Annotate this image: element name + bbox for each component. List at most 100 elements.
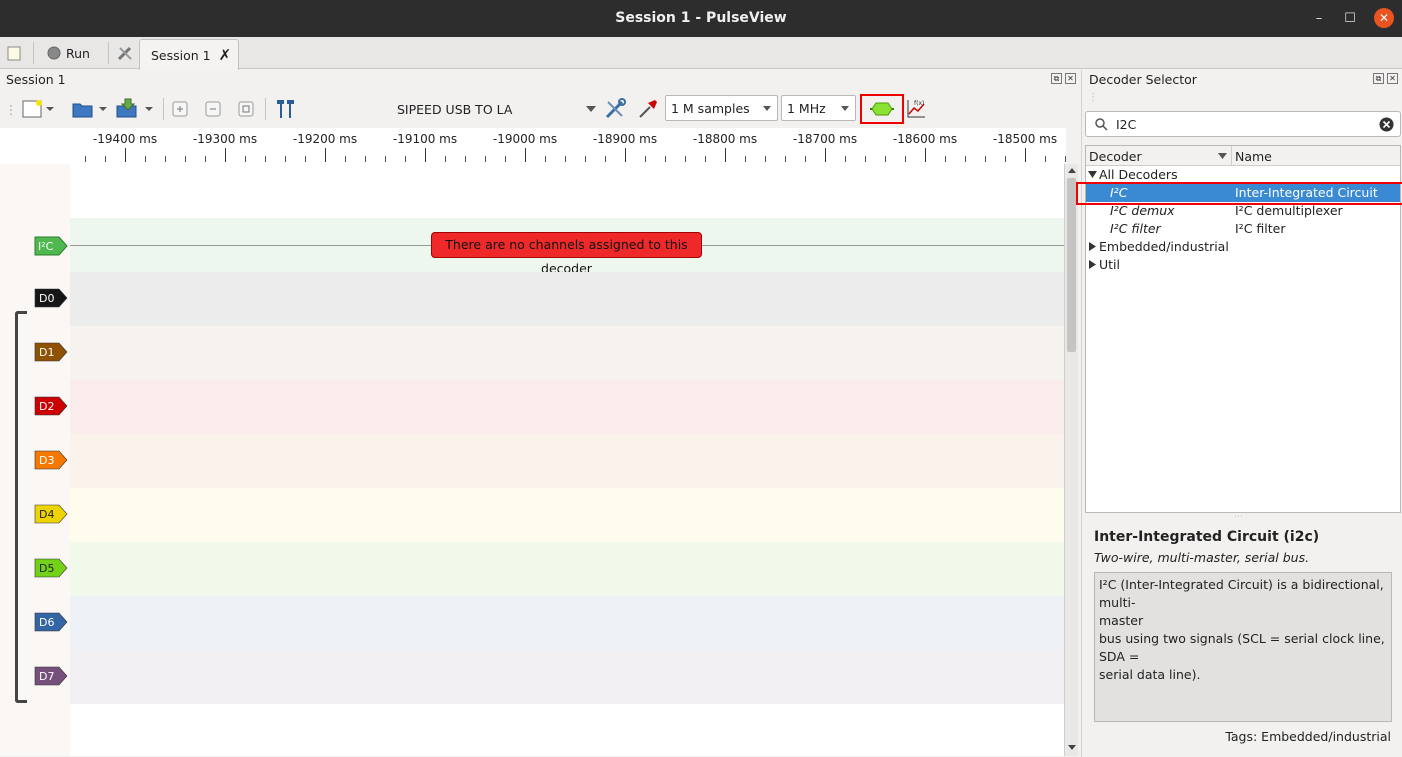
tick-minor [665, 156, 666, 162]
highlight-box [860, 94, 904, 124]
channel-label-d3[interactable]: D3 [34, 450, 70, 470]
trace-scrollbar[interactable] [1064, 164, 1078, 756]
tick-minor [605, 156, 606, 162]
toolbar-grip: ⋮ [4, 101, 18, 117]
tick-major [425, 148, 426, 162]
save-file-button[interactable] [116, 96, 156, 122]
decoder-selector-title: Decoder Selector [1089, 72, 1197, 87]
highlight-box [1076, 182, 1402, 205]
new-session-button[interactable] [6, 37, 22, 69]
tick-minor [785, 156, 786, 162]
channel-label-d0[interactable]: D0 [34, 288, 70, 308]
tick-minor [805, 156, 806, 162]
tick-label: -18800 ms [692, 132, 758, 146]
zoom-out-button[interactable] [203, 96, 223, 122]
channel-label-d6[interactable]: D6 [34, 612, 70, 632]
desc-line: bus using two signals (SCL = serial cloc… [1099, 631, 1385, 664]
new-view-button[interactable] [22, 96, 56, 122]
tick-minor [505, 156, 506, 162]
decoder-name: I²C filter [1235, 221, 1286, 236]
tick-label: -19300 ms [192, 132, 258, 146]
panel-grip: ⋮ [1088, 92, 1098, 103]
minimize-button[interactable]: – [1308, 8, 1330, 30]
tab-label: Session 1 [151, 47, 211, 63]
device-selector[interactable]: SIPEED USB TO LA [397, 102, 512, 117]
tools-icon [117, 46, 132, 61]
tree-group-util[interactable]: Util [1086, 256, 1400, 274]
sort-indicator-icon [1218, 153, 1227, 159]
zoom-in-icon [172, 101, 188, 117]
close-dock-icon[interactable]: ✕ [1387, 73, 1398, 84]
decoder-tags: Tags: Embedded/industrial [1225, 729, 1391, 744]
run-button[interactable]: Run [46, 37, 90, 69]
tick-label: -18600 ms [892, 132, 958, 146]
channel-label-d7[interactable]: D7 [34, 666, 70, 686]
tick-minor [565, 156, 566, 162]
open-file-button[interactable] [72, 96, 110, 122]
time-ruler: -19400 ms -19300 ms -19200 ms -19100 ms … [0, 128, 1066, 164]
tick-label: -19200 ms [292, 132, 358, 146]
configure-device-button[interactable] [603, 96, 627, 122]
math-signal-button[interactable]: f(x) [904, 96, 928, 122]
close-dock-icon[interactable]: ✕ [1065, 73, 1076, 84]
trace-view[interactable]: I²C There are no channels assigned to th… [0, 164, 1064, 756]
decoder-search-input[interactable]: I2C [1085, 111, 1401, 137]
tab-close-icon[interactable]: ✗ [219, 46, 232, 64]
decoder-trace-text: I²C [38, 240, 54, 253]
channel-label-d2[interactable]: D2 [34, 396, 70, 416]
tick-minor [585, 156, 586, 162]
sample-rate-select[interactable]: 1 MHz [781, 95, 856, 121]
device-dropdown-arrow[interactable] [584, 96, 598, 122]
channel-label-d5[interactable]: D5 [34, 558, 70, 578]
zoom-fit-button[interactable] [236, 96, 256, 122]
svg-text:f(x): f(x) [914, 100, 924, 107]
tick-major [825, 148, 826, 162]
tree-item-i2c-filter[interactable]: I²C filter I²C filter [1086, 220, 1400, 238]
splitter-grip[interactable]: ⋯ [1234, 512, 1243, 522]
close-button[interactable]: ✕ [1374, 8, 1394, 28]
channel-label-text: D5 [39, 562, 54, 575]
channel-label-d1[interactable]: D1 [34, 342, 70, 362]
tick-minor [145, 156, 146, 162]
tick-major [125, 148, 126, 162]
tick-minor [385, 156, 386, 162]
float-icon[interactable]: ⧉ [1373, 73, 1384, 84]
chevron-down-icon [586, 106, 596, 112]
decoder-selector-panel: Decoder Selector ⧉ ✕ ⋮ I2C Decoder Name … [1081, 70, 1402, 757]
tick-minor [985, 156, 986, 162]
channel-label-text: D0 [39, 292, 54, 305]
scroll-down-icon[interactable] [1067, 744, 1077, 752]
channel-band-d7 [70, 650, 1064, 704]
tick-minor [85, 156, 86, 162]
tab-session-1[interactable]: Session 1 ✗ [139, 39, 239, 70]
new-document-icon [7, 46, 21, 61]
zoom-in-button[interactable] [170, 96, 190, 122]
clear-search-icon[interactable] [1379, 117, 1394, 132]
scroll-up-icon[interactable] [1067, 166, 1077, 174]
channel-group-bracket [15, 311, 27, 703]
decoder-description-text: I²C (Inter-Integrated Circuit) is a bidi… [1094, 572, 1392, 722]
float-icon[interactable]: ⧉ [1051, 73, 1062, 84]
decoder-description-subtitle: Two-wire, multi-master, serial bus. [1094, 550, 1310, 565]
probe-config-button[interactable] [636, 96, 660, 122]
decoder-trace-label[interactable]: I²C [34, 236, 70, 256]
tick-minor [885, 156, 886, 162]
channel-label-text: D6 [39, 616, 54, 629]
group-label: Util [1099, 257, 1120, 272]
tree-group-embedded[interactable]: Embedded/industrial [1086, 238, 1400, 256]
tick-minor [685, 156, 686, 162]
scrollbar-thumb[interactable] [1067, 178, 1076, 352]
column-name[interactable]: Name [1235, 149, 1272, 164]
settings-button[interactable] [116, 37, 134, 69]
session-toolbar: ⋮ SIPEED USB TO LA 1 M samples 1 MHz f(x… [0, 90, 1078, 128]
tick-minor [205, 156, 206, 162]
tick-minor [1065, 156, 1066, 162]
tree-header: Decoder Name [1086, 146, 1400, 166]
cursor-button[interactable] [274, 96, 298, 122]
maximize-button[interactable]: ☐ [1339, 8, 1361, 30]
column-decoder[interactable]: Decoder [1089, 149, 1142, 164]
window-title: Session 1 - PulseView [615, 10, 787, 26]
channel-label-d4[interactable]: D4 [34, 504, 70, 524]
sample-count-select[interactable]: 1 M samples [665, 95, 778, 121]
tick-minor [265, 156, 266, 162]
